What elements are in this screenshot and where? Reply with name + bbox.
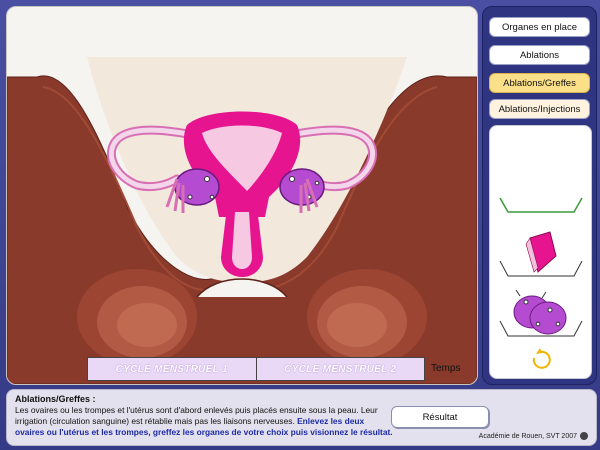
app-window: CYCLE MENSTRUEL 1 CYCLE MENSTRUEL 2 Temp… — [0, 0, 600, 450]
side-panel: Organes en place Ablations Ablations/Gre… — [482, 6, 597, 385]
cycle-1-cell: CYCLE MENSTRUEL 1 — [88, 358, 256, 380]
credit-text: Académie de Rouen, SVT 2007 — [478, 432, 577, 440]
anatomy-stage: CYCLE MENSTRUEL 1 CYCLE MENSTRUEL 2 Temp… — [6, 6, 478, 385]
copyright-icon — [580, 432, 588, 440]
menstrual-cycle-timeline: CYCLE MENSTRUEL 1 CYCLE MENSTRUEL 2 — [87, 357, 425, 381]
menu-organes-en-place[interactable]: Organes en place — [489, 17, 590, 37]
uterus-graft-icon[interactable] — [499, 231, 583, 277]
empty-slot[interactable] — [499, 197, 583, 213]
menu-ablations[interactable]: Ablations — [489, 45, 590, 65]
credit: Académie de Rouen, SVT 2007 — [479, 432, 588, 440]
reset-icon[interactable] — [532, 348, 551, 369]
instructions-text: Les ovaires ou les trompes et l'utérus s… — [15, 405, 395, 438]
anatomy-illustration — [7, 57, 477, 384]
menu-ablations-greffes[interactable]: Ablations/Greffes — [489, 73, 590, 93]
instructions-title: Ablations/Greffes : — [15, 394, 96, 404]
cycle-2-cell: CYCLE MENSTRUEL 2 — [255, 358, 424, 380]
ovaries-graft-icon[interactable] — [499, 289, 583, 337]
menu-ablations-injections[interactable]: Ablations/Injections — [489, 99, 590, 119]
result-button[interactable]: Résultat — [391, 406, 489, 428]
organ-tray — [489, 125, 592, 379]
time-axis-label: Temps — [431, 363, 461, 374]
instructions-panel: Ablations/Greffes : Les ovaires ou les t… — [6, 389, 597, 446]
